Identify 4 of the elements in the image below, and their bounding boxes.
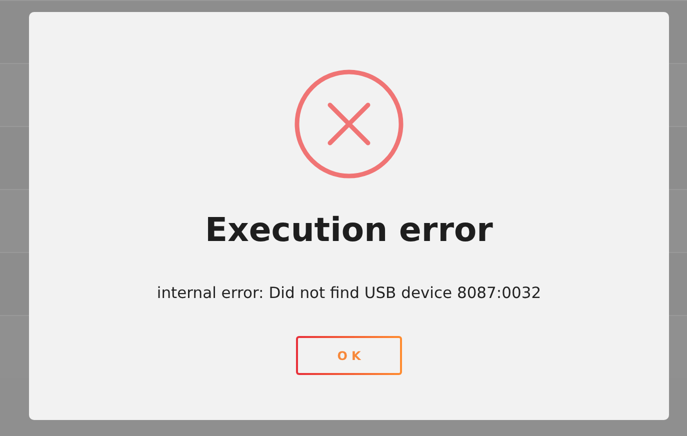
error-icon (293, 68, 405, 180)
dialog-title: Execution error (205, 210, 493, 250)
error-message: internal error: Did not find USB device 8087:0032 (156, 283, 542, 303)
ok-button[interactable]: OK (296, 336, 402, 375)
